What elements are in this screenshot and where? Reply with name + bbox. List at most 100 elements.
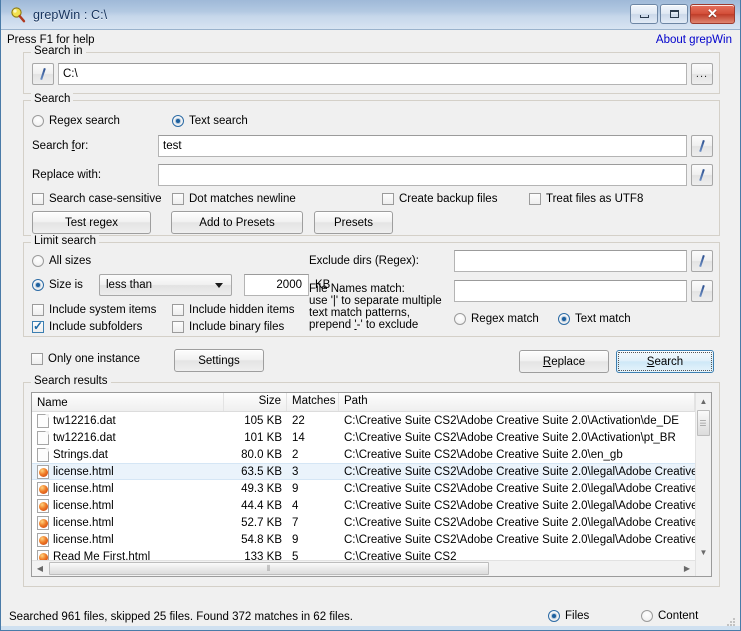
column-header-path[interactable]: Path: [339, 393, 695, 411]
radio-regex-search[interactable]: Regex search: [32, 115, 120, 127]
cell-name: license.html: [32, 516, 224, 530]
table-row[interactable]: license.html49.3 KB9C:\Creative Suite CS…: [32, 480, 695, 497]
vertical-scrollbar[interactable]: ▲ ☰ ▼: [695, 393, 711, 576]
file-dat-icon: [37, 414, 49, 428]
checkbox-only-one-instance[interactable]: Only one instance: [31, 353, 140, 365]
presets-button[interactable]: Presets: [314, 211, 393, 234]
table-row[interactable]: license.html63.5 KB3C:\Creative Suite CS…: [32, 463, 695, 480]
slash-icon: [699, 285, 705, 297]
radio-size-is[interactable]: Size is: [32, 279, 83, 291]
cell-name: license.html: [32, 499, 224, 513]
scroll-right-button[interactable]: ▶: [679, 561, 695, 576]
checkbox-box: [382, 193, 394, 205]
cell-name: license.html: [32, 533, 224, 547]
exclude-dirs-input[interactable]: [454, 250, 687, 272]
horizontal-scroll-thumb[interactable]: ⦀: [49, 562, 489, 575]
cell-path: C:\Creative Suite CS2\Adobe Creative Sui…: [339, 483, 695, 495]
cell-size: 105 KB: [224, 415, 287, 427]
radio-all-sizes[interactable]: All sizes: [32, 255, 91, 267]
radio-regex-match[interactable]: Regex match: [454, 313, 539, 325]
checkbox-include-subfolders[interactable]: Include subfolders: [32, 321, 142, 333]
results-header-row: Name Size Matches Path: [32, 393, 695, 412]
magnifier-icon: [9, 6, 27, 24]
search-results-legend: Search results: [31, 375, 111, 387]
radio-text-search-label: Text search: [189, 115, 248, 127]
cell-name-text: license.html: [53, 517, 114, 529]
search-for-regex-button[interactable]: [691, 135, 713, 157]
search-in-regex-button[interactable]: [32, 63, 54, 85]
table-row[interactable]: Read Me First.html133 KB5C:\Creative Sui…: [32, 548, 695, 560]
about-link[interactable]: About grepWin: [656, 34, 732, 46]
cell-matches: 9: [287, 534, 339, 546]
file-names-regex-button[interactable]: [691, 280, 713, 302]
cell-matches: 22: [287, 415, 339, 427]
slash-icon: [699, 169, 705, 181]
cell-name: tw12216.dat: [32, 414, 224, 428]
file-html-icon: [37, 482, 49, 496]
column-header-size[interactable]: Size: [224, 393, 287, 411]
radio-text-match[interactable]: Text match: [558, 313, 631, 325]
checkbox-box: [172, 321, 184, 333]
table-row[interactable]: tw12216.dat101 KB14C:\Creative Suite CS2…: [32, 429, 695, 446]
table-row[interactable]: license.html52.7 KB7C:\Creative Suite CS…: [32, 514, 695, 531]
scroll-left-button[interactable]: ◀: [32, 561, 48, 576]
checkbox-include-hidden-items[interactable]: Include hidden items: [172, 304, 294, 316]
size-value-input[interactable]: 2000: [244, 274, 309, 296]
replace-button[interactable]: Replace: [519, 350, 609, 373]
test-regex-button[interactable]: Test regex: [32, 211, 151, 234]
radio-view-content[interactable]: Content: [641, 610, 698, 622]
cell-path: C:\Creative Suite CS2\Adobe Creative Sui…: [339, 500, 695, 512]
checkbox-treat-files-as-utf8[interactable]: Treat files as UTF8: [529, 193, 643, 205]
title-bar: grepWin : C:\ ✕: [1, 0, 740, 30]
add-to-presets-button[interactable]: Add to Presets: [171, 211, 303, 234]
cell-size: 63.5 KB: [224, 466, 287, 478]
cell-name: Read Me First.html: [32, 550, 224, 561]
checkbox-include-binary-files[interactable]: Include binary files: [172, 321, 284, 333]
settings-button[interactable]: Settings: [174, 349, 264, 372]
maximize-button[interactable]: [660, 4, 688, 24]
search-for-input[interactable]: test: [158, 135, 687, 157]
radio-dot: [172, 115, 184, 127]
column-header-matches[interactable]: Matches: [287, 393, 339, 411]
checkbox-create-backup-files[interactable]: Create backup files: [382, 193, 497, 205]
checkbox-label: Only one instance: [48, 353, 140, 365]
file-dat-icon: [37, 431, 49, 445]
replace-with-regex-button[interactable]: [691, 164, 713, 186]
cell-size: 52.7 KB: [224, 517, 287, 529]
search-path-input[interactable]: C:\: [58, 63, 687, 85]
checkbox-label: Include subfolders: [49, 321, 142, 333]
checkbox-include-system-items[interactable]: Include system items: [32, 304, 156, 316]
radio-dot: [32, 115, 44, 127]
window-bottom-edge: [1, 626, 740, 630]
cell-name-text: Strings.dat: [53, 449, 108, 461]
replace-with-label: Replace with:: [32, 169, 101, 181]
exclude-dirs-regex-button[interactable]: [691, 250, 713, 272]
cell-name-text: license.html: [53, 466, 114, 478]
table-row[interactable]: license.html44.4 KB4C:\Creative Suite CS…: [32, 497, 695, 514]
scroll-up-button[interactable]: ▲: [696, 393, 711, 409]
table-row[interactable]: license.html54.8 KB9C:\Creative Suite CS…: [32, 531, 695, 548]
close-button[interactable]: ✕: [690, 4, 735, 24]
scroll-down-button[interactable]: ▼: [696, 544, 711, 560]
table-row[interactable]: Strings.dat80.0 KB2C:\Creative Suite CS2…: [32, 446, 695, 463]
vertical-scroll-thumb[interactable]: ☰: [697, 410, 710, 436]
horizontal-scrollbar[interactable]: ◀ ⦀ ▶: [32, 560, 695, 576]
cell-size: 80.0 KB: [224, 449, 287, 461]
browse-folder-button[interactable]: ...: [691, 63, 713, 85]
checkbox-search-case-sensitive[interactable]: Search case-sensitive: [32, 193, 162, 205]
search-button[interactable]: Search: [616, 350, 714, 373]
chevron-down-icon: [215, 283, 223, 288]
radio-view-files[interactable]: Files: [548, 610, 589, 622]
results-list[interactable]: Name Size Matches Path tw12216.dat105 KB…: [31, 392, 712, 577]
column-header-name[interactable]: Name: [32, 393, 224, 411]
replace-with-input[interactable]: [158, 164, 687, 186]
checkbox-dot-matches-newline[interactable]: Dot matches newline: [172, 193, 296, 205]
file-html-icon: [37, 516, 49, 530]
minimize-button[interactable]: [630, 4, 658, 24]
size-comparison-select[interactable]: less than: [99, 274, 232, 296]
file-names-input[interactable]: [454, 280, 687, 302]
table-row[interactable]: tw12216.dat105 KB22C:\Creative Suite CS2…: [32, 412, 695, 429]
radio-text-match-label: Text match: [575, 313, 631, 325]
file-html-icon: [37, 550, 49, 561]
radio-text-search[interactable]: Text search: [172, 115, 248, 127]
